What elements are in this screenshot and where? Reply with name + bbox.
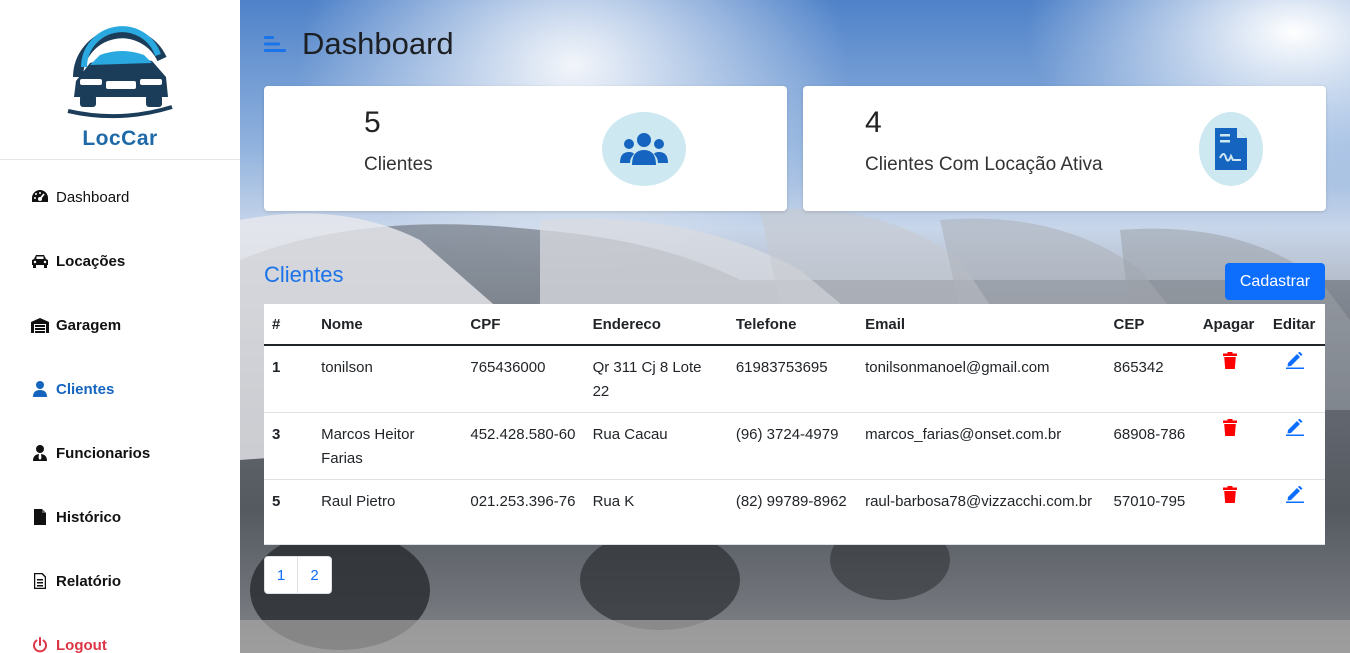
cell-nome: Marcos Heitor Farias — [313, 412, 463, 480]
page-link-2[interactable]: 2 — [298, 556, 332, 594]
stat-card-locacao-ativa: 4 Clientes Com Locação Ativa — [803, 86, 1326, 211]
page-title: Dashboard — [302, 26, 454, 61]
cell-cep: 57010-795 — [1105, 479, 1195, 545]
stat-card-clientes: 5 Clientes — [264, 86, 787, 211]
sidebar-item-label: Relatório — [56, 572, 122, 590]
stat-label: Clientes — [364, 154, 433, 175]
cell-apagar — [1194, 479, 1265, 545]
warehouse-icon — [30, 317, 50, 333]
table-row: 1 tonilson 765436000 Qr 311 Cj 8 Lote 22… — [264, 345, 1325, 413]
cell-cpf: 452.428.580-60 — [462, 412, 585, 480]
stat-value: 5 — [364, 106, 381, 139]
sidebar-item-label: Clientes — [56, 380, 115, 398]
sidebar-item-funcionarios[interactable]: Funcionarios — [0, 421, 240, 485]
cell-cpf: 021.253.396-76 — [462, 479, 585, 545]
logo-text: LocCar — [82, 126, 158, 150]
users-icon — [602, 112, 686, 186]
cell-apagar — [1194, 345, 1265, 413]
stat-label: Clientes Com Locação Ativa — [865, 154, 1103, 175]
cell-cep: 68908-786 — [1105, 412, 1195, 480]
col-header-endereco: Endereco — [584, 304, 728, 346]
page-link-1[interactable]: 1 — [264, 556, 298, 594]
user-tie-icon — [30, 445, 50, 461]
contract-icon — [1199, 112, 1263, 186]
menu-toggle-icon[interactable] — [264, 34, 286, 54]
clients-table: # Nome CPF Endereco Telefone Email CEP A… — [264, 304, 1325, 545]
trash-icon[interactable] — [1222, 486, 1237, 503]
logo-area: LocCar — [0, 0, 240, 160]
sidebar-item-logout[interactable]: Logout — [0, 613, 240, 653]
sidebar-item-label: Histórico — [56, 508, 122, 526]
cell-cep: 865342 — [1105, 345, 1195, 413]
sidebar-item-garagem[interactable]: Garagem — [0, 293, 240, 357]
sidebar-item-label: Garagem — [56, 316, 122, 334]
power-icon — [30, 637, 50, 653]
cell-editar — [1264, 479, 1325, 545]
col-header-telefone: Telefone — [727, 304, 858, 346]
table-row: 5 Raul Pietro 021.253.396-76 Rua K (82) … — [264, 479, 1325, 545]
car-icon — [30, 254, 50, 268]
cell-nome: tonilson — [313, 345, 463, 413]
sidebar-item-historico[interactable]: Histórico — [0, 485, 240, 549]
col-header-id: # — [264, 304, 314, 346]
trash-icon[interactable] — [1222, 419, 1237, 436]
sidebar-nav: Dashboard Locações Garagem Clientes Func… — [0, 165, 240, 653]
sidebar-item-label: Locações — [56, 252, 126, 270]
table-header-row: # Nome CPF Endereco Telefone Email CEP A… — [264, 304, 1325, 346]
user-icon — [30, 381, 50, 397]
sidebar-item-locacoes[interactable]: Locações — [0, 229, 240, 293]
pencil-icon[interactable] — [1285, 418, 1304, 436]
cell-editar — [1264, 412, 1325, 480]
stat-value: 4 — [865, 106, 882, 139]
file-lines-icon — [30, 573, 50, 589]
gauge-icon — [30, 189, 50, 205]
trash-icon[interactable] — [1222, 352, 1237, 369]
col-header-apagar: Apagar — [1194, 304, 1265, 346]
cell-telefone: (82) 99789-8962 — [727, 479, 858, 545]
file-icon — [30, 509, 50, 525]
sidebar-item-label: Logout — [56, 636, 107, 653]
page-header: Dashboard — [264, 26, 454, 62]
cadastrar-button[interactable]: Cadastrar — [1225, 263, 1325, 300]
main-content: Dashboard 5 Clientes 4 Clientes Com Loca… — [240, 0, 1350, 653]
pagination: 1 2 — [264, 556, 332, 594]
cell-editar — [1264, 345, 1325, 413]
col-header-cpf: CPF — [462, 304, 585, 346]
logo[interactable]: LocCar — [60, 15, 180, 150]
cell-email: marcos_farias@onset.com.br — [857, 412, 1106, 480]
cell-id: 1 — [264, 345, 314, 413]
cell-nome: Raul Pietro — [313, 479, 463, 545]
cell-id: 3 — [264, 412, 314, 480]
table-row: 3 Marcos Heitor Farias 452.428.580-60 Ru… — [264, 412, 1325, 480]
col-header-editar: Editar — [1264, 304, 1325, 346]
pencil-icon[interactable] — [1285, 485, 1304, 503]
cell-endereco: Rua Cacau — [584, 412, 728, 480]
section-title-clientes: Clientes — [264, 262, 344, 287]
cell-telefone: 61983753695 — [727, 345, 858, 413]
col-header-cep: CEP — [1105, 304, 1195, 346]
cell-endereco: Rua K — [584, 479, 728, 545]
cell-id: 5 — [264, 479, 314, 545]
col-header-nome: Nome — [313, 304, 463, 346]
cell-email: tonilsonmanoel@gmail.com — [857, 345, 1106, 413]
cell-telefone: (96) 3724-4979 — [727, 412, 858, 480]
sidebar-item-label: Dashboard — [56, 188, 130, 206]
sidebar-item-clientes[interactable]: Clientes — [0, 357, 240, 421]
sidebar-item-relatorio[interactable]: Relatório — [0, 549, 240, 613]
cell-email: raul-barbosa78@vizzacchi.com.br — [857, 479, 1106, 545]
logo-car-icon — [67, 18, 173, 123]
col-header-email: Email — [857, 304, 1106, 346]
pencil-icon[interactable] — [1285, 351, 1304, 369]
sidebar: LocCar Dashboard Locações Garagem Client… — [0, 0, 240, 653]
cell-cpf: 765436000 — [462, 345, 585, 413]
sidebar-item-label: Funcionarios — [56, 444, 151, 462]
sidebar-item-dashboard[interactable]: Dashboard — [0, 165, 240, 229]
cell-endereco: Qr 311 Cj 8 Lote 22 — [584, 345, 728, 413]
cell-apagar — [1194, 412, 1265, 480]
